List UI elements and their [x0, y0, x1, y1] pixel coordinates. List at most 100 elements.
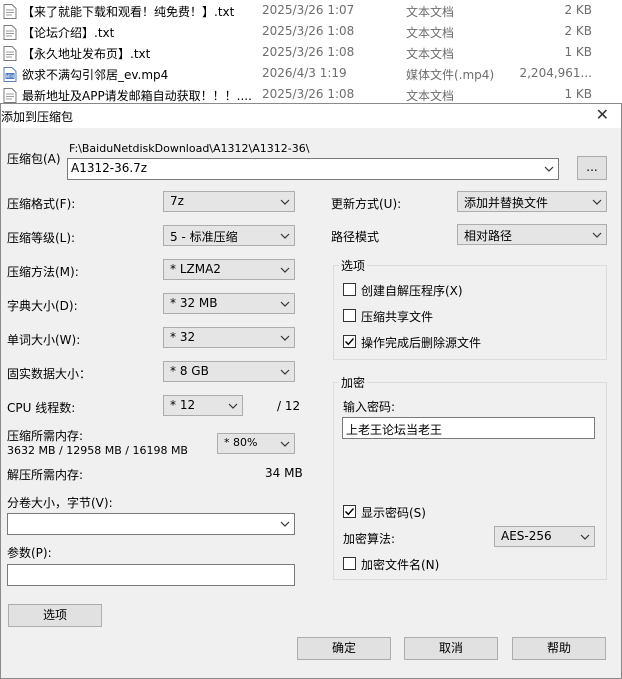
chevron-down-icon	[280, 233, 290, 239]
help-button[interactable]: 帮助	[512, 637, 606, 660]
path-mode-value: 相对路径	[464, 229, 513, 243]
path-mode-select[interactable]: 相对路径	[457, 224, 607, 245]
file-date: 2026/4/3 1:19	[262, 66, 347, 80]
title-bar: 添加到压缩包 ✕	[1, 104, 621, 128]
sfx-checkbox[interactable]	[343, 283, 356, 296]
chevron-down-icon	[592, 232, 602, 238]
path-mode-label: 路径模式	[331, 230, 380, 244]
password-value: 上老王论坛当老王	[346, 423, 443, 437]
ok-button[interactable]: 确定	[297, 637, 391, 660]
word-value: * 32	[170, 330, 196, 344]
enc-method-label: 加密算法:	[343, 532, 396, 546]
chevron-down-icon	[280, 335, 290, 341]
dialog-title: 添加到压缩包	[1, 110, 74, 124]
word-select[interactable]: * 32	[163, 327, 295, 348]
solid-label: 固实数据大小：	[7, 367, 92, 381]
options-button[interactable]: 选项	[8, 604, 102, 627]
file-row[interactable]: 【永久地址发布页】.txt 2025/3/26 1:08 文本文档 1 KB	[0, 43, 622, 64]
method-select[interactable]: * LZMA2	[163, 259, 295, 280]
video-file-icon: MP4	[3, 67, 17, 82]
dict-label: 字典大小(D):	[7, 299, 78, 313]
txt-file-icon	[3, 46, 17, 61]
archive-path: F:\BaiduNetdiskDownload\A1312\A1312-36\	[69, 142, 310, 155]
file-name: 【永久地址发布页】.txt	[22, 47, 151, 61]
format-value: 7z	[170, 194, 184, 208]
file-date: 2025/3/26 1:08	[262, 87, 355, 101]
cancel-button[interactable]: 取消	[404, 637, 498, 660]
svg-text:MP4: MP4	[6, 74, 15, 79]
file-name: 【论坛介绍】.txt	[22, 26, 115, 40]
file-row[interactable]: MP4 欲求不满勾引邻居_ev.mp4 2026/4/3 1:19 媒体文件(.…	[0, 64, 622, 85]
archive-name-value: A1312-36.7z	[71, 161, 148, 175]
chevron-down-icon	[280, 301, 290, 307]
format-select[interactable]: 7z	[163, 191, 295, 212]
file-name: 欲求不满勾引邻居_ev.mp4	[22, 68, 169, 82]
chevron-down-icon	[280, 267, 290, 273]
format-label: 压缩格式(F):	[7, 197, 76, 211]
encrypt-names-checkbox[interactable]	[343, 557, 356, 570]
chevron-down-icon	[280, 521, 290, 527]
options-group-title: 选项	[339, 257, 368, 274]
delete-source-checkbox[interactable]	[343, 335, 356, 348]
password-input[interactable]: 上老王论坛当老王	[342, 417, 595, 439]
chevron-down-icon	[280, 441, 290, 447]
file-row[interactable]: 【论坛介绍】.txt 2025/3/26 1:08 文本文档 2 KB	[0, 22, 622, 43]
split-size-combo[interactable]	[7, 513, 295, 535]
mem-decomp-label: 解压所需内存:	[7, 468, 84, 482]
shared-files-checkbox[interactable]	[343, 309, 356, 322]
mem-decomp-value: 34 MB	[265, 466, 303, 480]
browse-button[interactable]: ...	[577, 156, 607, 180]
chevron-down-icon	[280, 369, 290, 375]
cpu-label: CPU 线程数:	[7, 401, 76, 415]
solid-value: * 8 GB	[170, 364, 209, 378]
enc-method-value: AES-256	[501, 529, 552, 543]
archive-label: 压缩包(A)	[7, 152, 61, 166]
level-value: 5 - 标准压缩	[170, 230, 238, 244]
show-password-checkbox[interactable]	[343, 505, 356, 518]
mem-comp-values: 3632 MB / 12958 MB / 16198 MB	[7, 444, 188, 457]
archive-name-combo[interactable]: A1312-36.7z	[67, 158, 559, 180]
encrypt-names-label: 加密文件名(N)	[361, 558, 440, 572]
update-select[interactable]: 添加并替换文件	[457, 191, 607, 212]
chevron-down-icon	[544, 166, 554, 172]
close-icon[interactable]: ✕	[596, 105, 609, 124]
level-select[interactable]: 5 - 标准压缩	[163, 225, 295, 246]
method-label: 压缩方法(M):	[7, 265, 79, 279]
mem-percent-select[interactable]: * 80%	[217, 433, 295, 454]
word-label: 单词大小(W):	[7, 333, 81, 347]
chevron-down-icon	[228, 403, 238, 409]
delete-source-label: 操作完成后删除源文件	[361, 336, 482, 350]
add-to-archive-dialog: 添加到压缩包 ✕ 压缩包(A) F:\BaiduNetdiskDownload\…	[0, 103, 622, 679]
mem-percent-value: * 80%	[224, 436, 258, 449]
file-size: 2 KB	[564, 24, 592, 38]
file-list: 【来了就能下载和观看！纯免费！】.txt 2025/3/26 1:07 文本文档…	[0, 0, 622, 104]
level-label: 压缩等级(L):	[7, 231, 76, 245]
chevron-down-icon	[580, 534, 590, 540]
chevron-down-icon	[592, 199, 602, 205]
file-row[interactable]: 【来了就能下载和观看！纯免费！】.txt 2025/3/26 1:07 文本文档…	[0, 1, 622, 22]
mem-comp-label: 压缩所需内存:	[7, 429, 84, 443]
chevron-down-icon	[280, 199, 290, 205]
txt-file-icon	[3, 25, 17, 40]
file-size: 1 KB	[564, 45, 592, 59]
file-type: 文本文档	[406, 5, 455, 19]
params-input[interactable]	[7, 564, 295, 586]
file-date: 2025/3/26 1:08	[262, 45, 355, 59]
dict-value: * 32 MB	[170, 296, 218, 310]
encryption-group-title: 加密	[339, 374, 368, 391]
solid-select[interactable]: * 8 GB	[163, 361, 295, 382]
file-name: 最新地址及APP请发邮箱自动获取！！！....	[22, 89, 252, 103]
update-value: 添加并替换文件	[464, 196, 549, 210]
txt-file-icon	[3, 4, 17, 19]
checkmark-icon	[345, 508, 355, 516]
file-type: 文本文档	[406, 47, 455, 61]
file-size: 2 KB	[564, 3, 592, 17]
split-label: 分卷大小，字节(V):	[7, 496, 113, 510]
shared-files-label: 压缩共享文件	[361, 310, 434, 324]
enc-method-select[interactable]: AES-256	[494, 526, 595, 547]
file-name: 【来了就能下载和观看！纯免费！】.txt	[22, 5, 235, 19]
cpu-select[interactable]: * 12	[163, 395, 243, 416]
file-date: 2025/3/26 1:07	[262, 3, 355, 17]
dict-select[interactable]: * 32 MB	[163, 293, 295, 314]
password-label: 输入密码:	[343, 400, 396, 414]
